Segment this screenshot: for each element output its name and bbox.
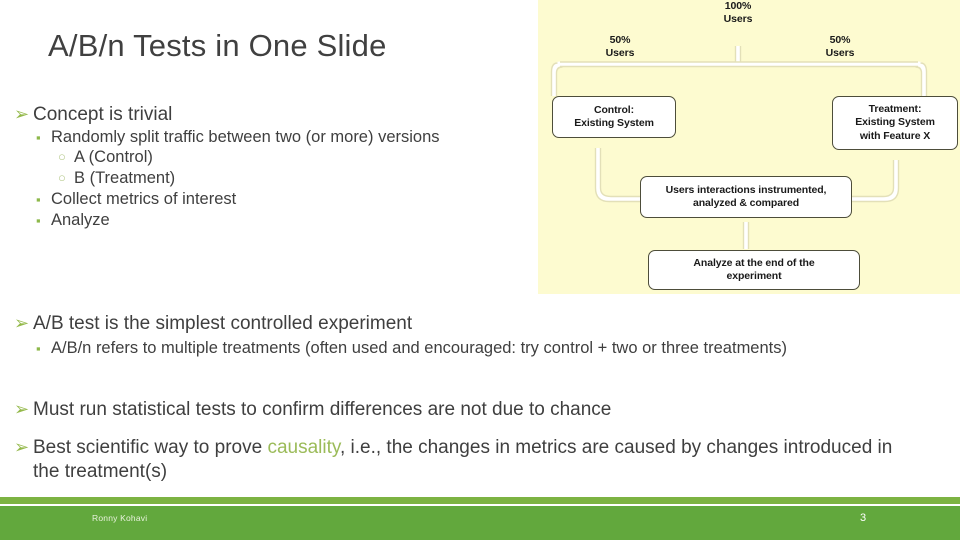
footer-band: [0, 506, 960, 540]
square-bullet-icon: ▪: [36, 129, 41, 145]
list-item-label: A/B/n refers to multiple treatments (oft…: [51, 338, 787, 357]
ab-test-flow-diagram: 100% Users 50% Users 50% Users Control: …: [538, 0, 960, 294]
square-bullet-icon: ▪: [36, 212, 41, 228]
bullet-group-causality: ➢ Best scientific way to prove causality…: [14, 436, 914, 483]
label-50-percent-users-left: 50% Users: [605, 34, 635, 60]
list-item: ➢ Must run statistical tests to confirm …: [14, 398, 924, 422]
list-item: ▪ Collect metrics of interest: [14, 189, 538, 210]
list-item-label: Collect metrics of interest: [51, 189, 237, 208]
footer-author-label: Ronny Kohavi: [92, 513, 148, 523]
list-item: ➢ Best scientific way to prove causality…: [14, 436, 914, 483]
diagram-box-treatment: Treatment: Existing System with Feature …: [832, 96, 958, 150]
list-item-label: Concept is trivial: [33, 104, 173, 125]
diagram-box-control: Control: Existing System: [552, 96, 676, 138]
list-item: ▪ Randomly split traffic between two (or…: [14, 127, 538, 148]
bullet-group-ab-test: ➢ A/B test is the simplest controlled ex…: [14, 312, 924, 358]
list-item-label: Randomly split traffic between two (or m…: [51, 127, 440, 146]
arrow-bullet-icon: ➢: [14, 104, 30, 124]
list-item: ▪ Analyze: [14, 210, 538, 231]
circle-bullet-icon: ○: [58, 170, 66, 186]
list-item-label: B (Treatment): [74, 169, 176, 188]
circle-bullet-icon: ○: [58, 149, 66, 165]
list-item-label: Must run statistical tests to confirm di…: [33, 399, 612, 420]
list-item: ○ B (Treatment): [14, 168, 538, 189]
list-item: ▪ A/B/n refers to multiple treatments (o…: [14, 338, 924, 359]
arrow-bullet-icon: ➢: [14, 437, 30, 457]
square-bullet-icon: ▪: [36, 340, 41, 356]
list-item-label: A/B test is the simplest controlled expe…: [33, 313, 413, 334]
list-item: ○ A (Control): [14, 147, 538, 168]
slide-canvas: A/B/n Tests in One Slide 100% Users 50% …: [0, 0, 960, 540]
footer-accent-stripe: [0, 497, 960, 504]
label-50-percent-users-right: 50% Users: [825, 34, 855, 60]
page-title: A/B/n Tests in One Slide: [48, 28, 387, 63]
diagram-box-analyze: Analyze at the end of the experiment: [648, 250, 860, 290]
causality-accent-word: causality: [267, 437, 340, 458]
arrow-bullet-icon: ➢: [14, 399, 30, 419]
causality-text-before: Best scientific way to prove: [33, 437, 268, 458]
bullet-group-statistical-tests: ➢ Must run statistical tests to confirm …: [14, 398, 924, 422]
list-item-label: Best scientific way to prove causality, …: [33, 436, 914, 483]
diagram-box-instrumented: Users interactions instrumented, analyze…: [640, 176, 852, 218]
list-item: ➢ A/B test is the simplest controlled ex…: [14, 312, 924, 336]
list-item: ➢ Concept is trivial: [14, 103, 538, 127]
list-item-label: A (Control): [74, 148, 153, 167]
square-bullet-icon: ▪: [36, 191, 41, 207]
label-100-percent-users: 100% Users: [723, 0, 753, 26]
footer-page-number: 3: [860, 512, 867, 524]
list-item-label: Analyze: [51, 210, 110, 229]
arrow-bullet-icon: ➢: [14, 313, 30, 333]
bullet-group-concept: ➢ Concept is trivial ▪ Randomly split tr…: [14, 103, 538, 230]
